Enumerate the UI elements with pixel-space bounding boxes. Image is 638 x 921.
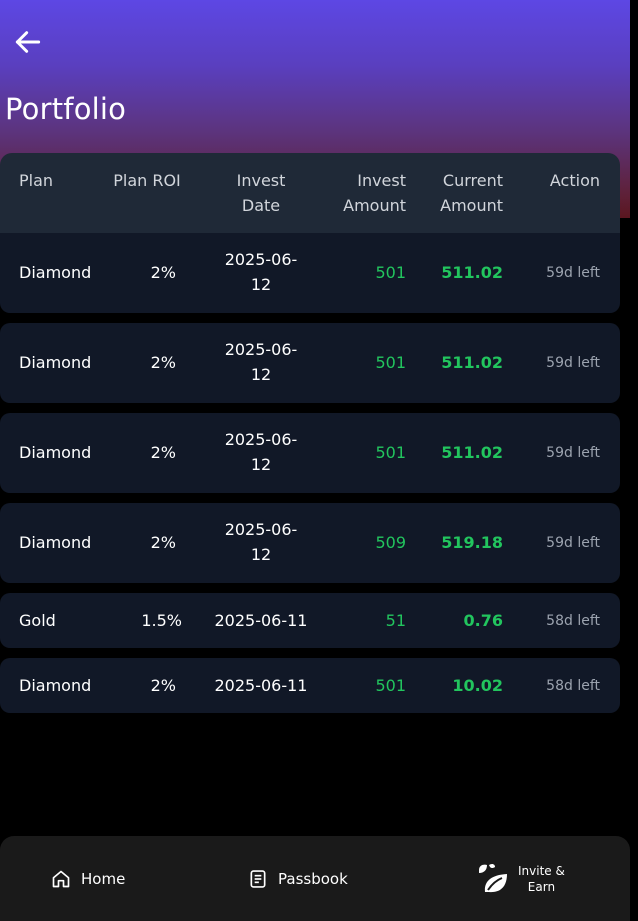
bottom-navigation: Home Passbook Invite & Earn — [0, 836, 630, 921]
plan-name: Diamond — [19, 353, 92, 372]
column-header-action: Action — [549, 171, 600, 190]
invest-amount: 509 — [375, 533, 406, 552]
plan-roi: 2% — [150, 676, 176, 695]
current-amount: 519.18 — [441, 533, 503, 552]
table-header: Plan Plan ROI Invest Date Invest Amount … — [0, 153, 620, 233]
nav-home[interactable]: Home — [51, 869, 125, 889]
current-amount: 511.02 — [441, 443, 503, 462]
action-days-left: 59d left — [546, 445, 600, 461]
action-days-left: 58d left — [546, 613, 600, 629]
plan-roi: 2% — [150, 353, 176, 372]
invest-amount: 501 — [375, 443, 406, 462]
nav-invite-earn-label: Invite & Earn — [518, 864, 565, 894]
table-row[interactable]: Diamond 2% 2025-06- 12 509 519.18 59d lef… — [0, 503, 620, 583]
table-row[interactable]: Diamond 2% 2025-06- 12 501 511.02 59d lef… — [0, 323, 620, 403]
action-days-left: 58d left — [546, 678, 600, 694]
plan-name: Diamond — [19, 676, 92, 695]
table-row[interactable]: Gold 1.5% 2025-06-11 51 0.76 58d left — [0, 593, 620, 648]
invest-date: 2025-06- 12 — [224, 430, 298, 474]
plan-roi: 2% — [150, 533, 176, 552]
table-row[interactable]: Diamond 2% 2025-06- 12 501 511.02 59d lef… — [0, 233, 620, 313]
plan-name: Gold — [19, 611, 56, 630]
page-title: Portfolio — [5, 92, 127, 126]
invest-date: 2025-06- 12 — [224, 250, 298, 294]
invest-date: 2025-06- 12 — [224, 520, 298, 564]
plan-roi: 1.5% — [141, 611, 182, 630]
nav-passbook-label: Passbook — [278, 870, 348, 888]
nav-passbook[interactable]: Passbook — [248, 869, 348, 889]
leaf-icon — [479, 863, 507, 893]
plan-name: Diamond — [19, 443, 92, 462]
back-button[interactable] — [12, 26, 48, 62]
home-icon — [52, 870, 70, 888]
invest-date: 2025-06- 12 — [224, 340, 298, 384]
current-amount: 10.02 — [452, 676, 503, 695]
column-header-invest-amount: Invest Amount — [343, 171, 406, 215]
column-header-plan-roi: Plan ROI — [113, 171, 181, 190]
plan-roi: 2% — [150, 263, 176, 282]
action-days-left: 59d left — [546, 535, 600, 551]
current-amount: 0.76 — [463, 611, 503, 630]
plan-roi: 2% — [150, 443, 176, 462]
invest-date: 2025-06-11 — [214, 676, 308, 695]
passbook-icon — [250, 870, 266, 888]
invest-date: 2025-06-11 — [214, 611, 308, 630]
column-header-plan: Plan — [19, 171, 54, 190]
column-header-invest-date: Invest Date — [236, 171, 286, 215]
invest-amount: 51 — [385, 611, 406, 630]
plan-name: Diamond — [19, 533, 92, 552]
table-row[interactable]: Diamond 2% 2025-06-11 501 10.02 58d left — [0, 658, 620, 713]
table-row[interactable]: Diamond 2% 2025-06- 12 501 511.02 59d lef… — [0, 413, 620, 493]
column-header-current-amount: Current Amount — [440, 171, 503, 215]
current-amount: 511.02 — [441, 263, 503, 282]
current-amount: 511.02 — [441, 353, 503, 372]
arrow-left-icon — [15, 31, 41, 53]
invest-amount: 501 — [375, 263, 406, 282]
action-days-left: 59d left — [546, 355, 600, 371]
action-days-left: 59d left — [546, 265, 600, 281]
plan-name: Diamond — [19, 263, 92, 282]
nav-invite-earn[interactable]: Invite & Earn — [476, 862, 565, 896]
nav-home-label: Home — [81, 870, 126, 888]
invest-amount: 501 — [375, 676, 406, 695]
invest-amount: 501 — [375, 353, 406, 372]
